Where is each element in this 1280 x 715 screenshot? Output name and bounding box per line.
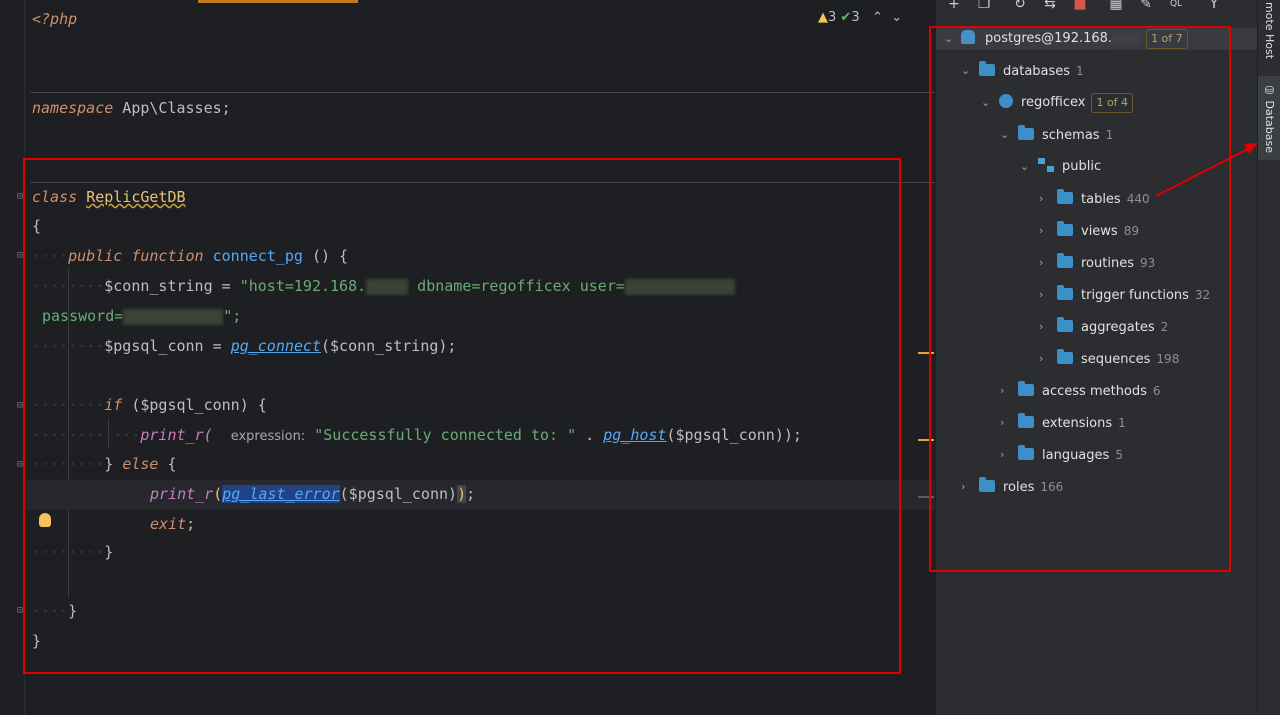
weak-warning-count: 3 [851, 10, 860, 25]
code-line-php-open: <?php [32, 10, 78, 28]
sync-icon[interactable]: ⇆ [1042, 0, 1058, 12]
database-icon: ⛁ [1263, 83, 1276, 100]
tool-window-stripe: mote Host ⛁ Database [1257, 0, 1280, 715]
method-separator [30, 92, 935, 93]
chevron-down-icon[interactable]: ⌄ [891, 10, 902, 25]
annotation-box-code [23, 158, 901, 674]
annotation-arrow [1155, 143, 1258, 197]
refresh-icon[interactable]: ↻ [1012, 0, 1028, 12]
annotation-box-tree [929, 26, 1231, 572]
chevron-up-icon[interactable]: ⌃ [872, 10, 883, 25]
check-icon: ✔ [840, 10, 852, 25]
code-line-namespace: namespace App\Classes; [32, 99, 231, 117]
edit-icon[interactable]: ✎ [1138, 0, 1154, 12]
warning-count: 3 [828, 10, 837, 25]
active-tab-indicator [198, 0, 358, 3]
plus-icon[interactable]: + [946, 0, 962, 12]
table-icon[interactable]: ▦ [1108, 0, 1124, 12]
filter-icon[interactable]: Y [1206, 0, 1222, 12]
copy-icon[interactable]: ❐ [976, 0, 992, 12]
tab-remote-host[interactable]: mote Host [1258, 0, 1280, 62]
warning-icon: ▲ [818, 10, 828, 25]
stop-icon[interactable]: ■ [1072, 0, 1088, 12]
console-icon[interactable]: QL [1168, 0, 1184, 12]
inspection-widget[interactable]: ▲3 ✔3 ⌃ ⌄ [818, 10, 902, 25]
database-toolbar: + ❐ ↻ ⇆ ■ ▦ ✎ QL Y [936, 0, 1258, 16]
